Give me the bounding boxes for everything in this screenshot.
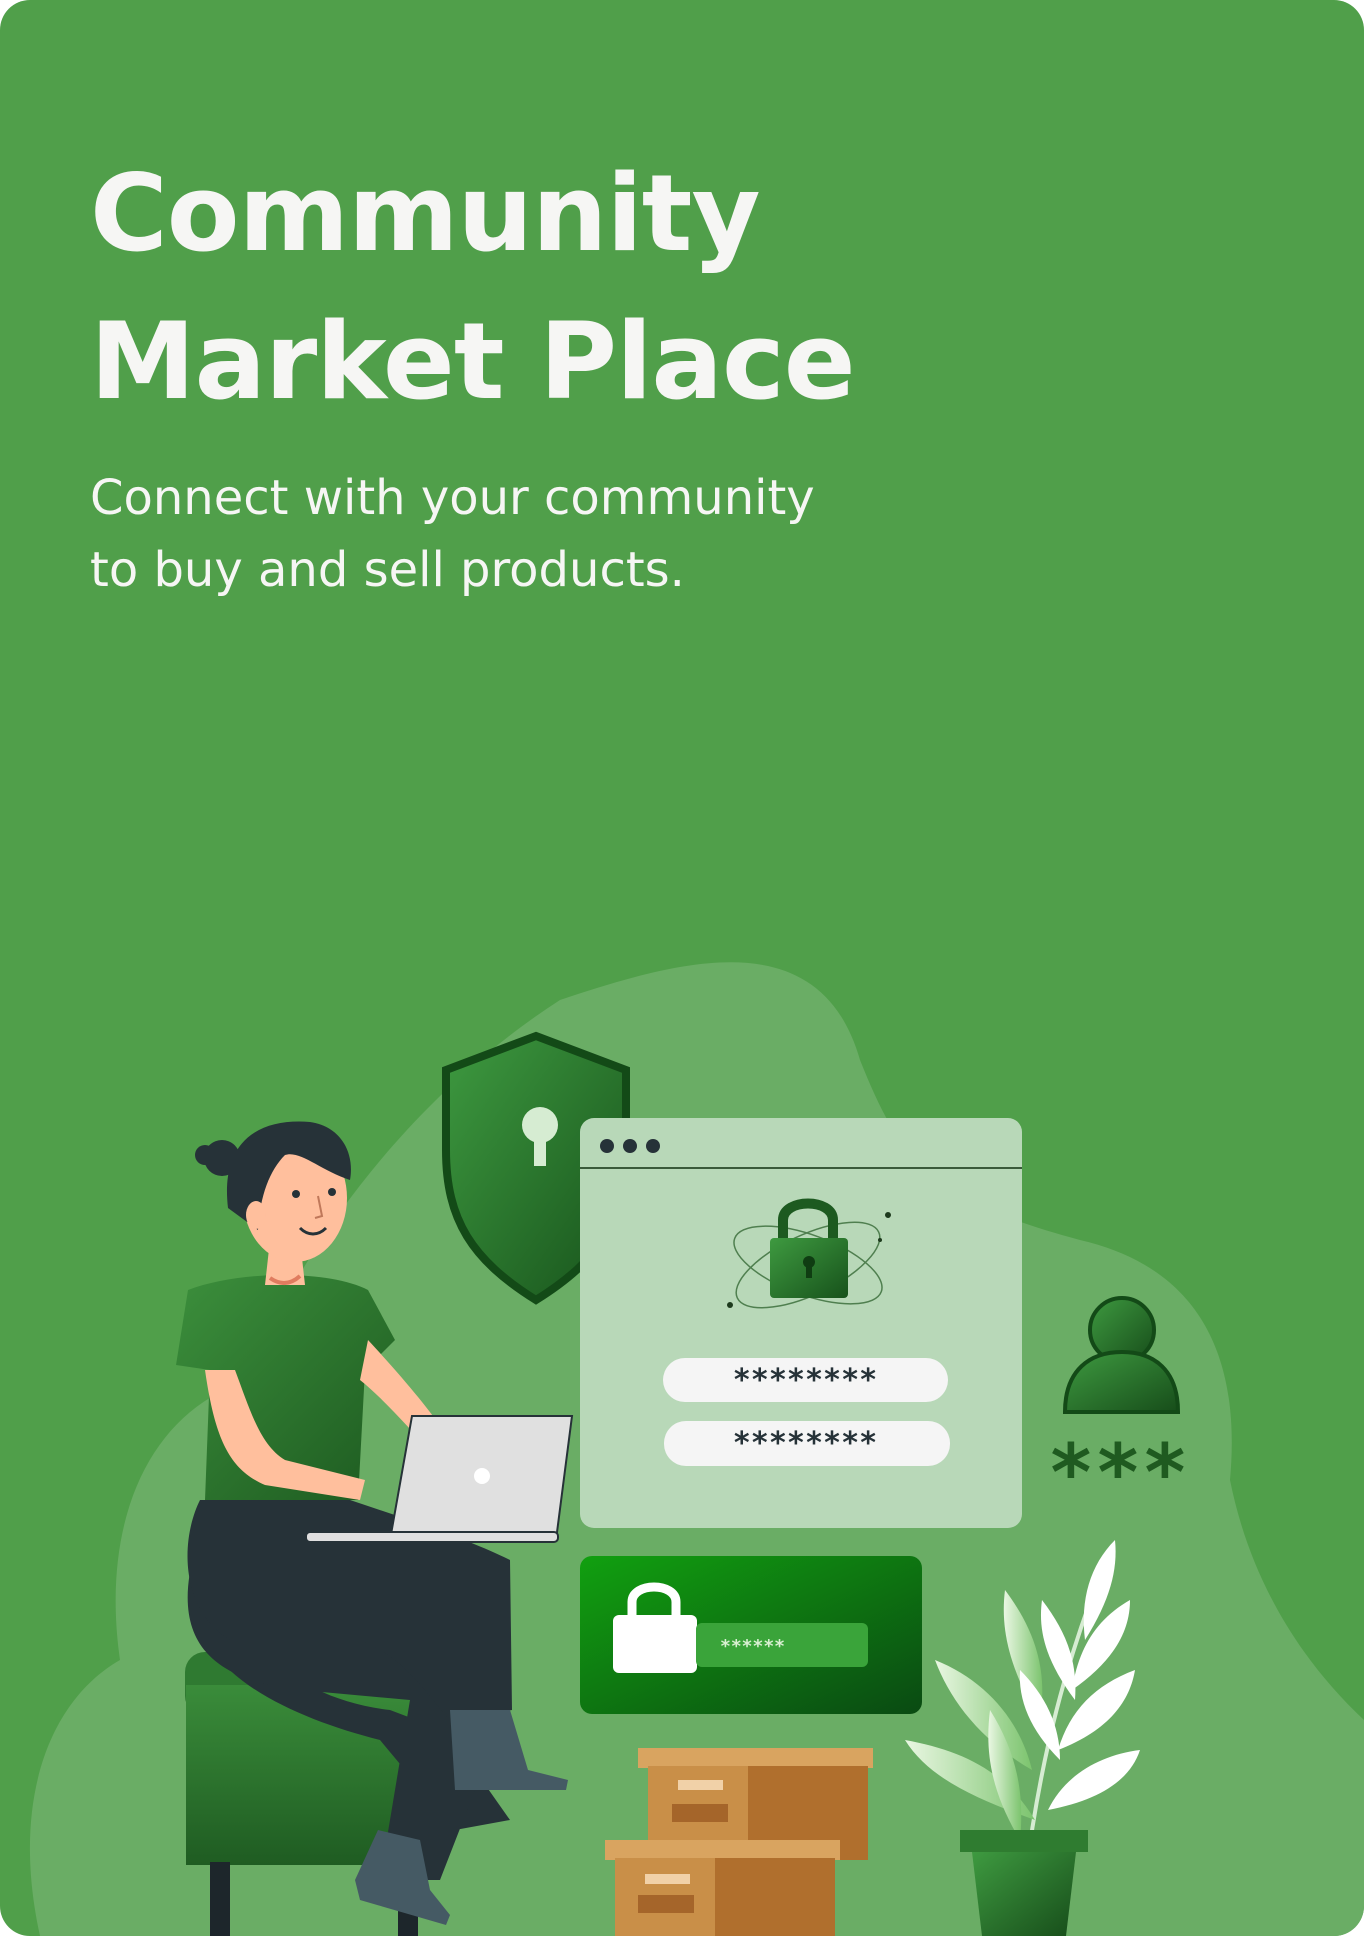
password-text-2: ******** — [733, 1426, 878, 1461]
onboarding-card: Community Market Place Connect with your… — [0, 0, 1364, 1936]
title-line-1: Community — [90, 152, 761, 275]
subtitle-line-2: to buy and sell products. — [90, 542, 685, 598]
title-line-2: Market Place — [90, 300, 856, 423]
login-window: ******** ******** — [580, 1118, 1022, 1528]
user-pin-text: *** — [1048, 1429, 1189, 1519]
subtitle-line-1: Connect with your community — [90, 470, 815, 526]
illustration-svg: ******** ******** *** ****** — [29, 962, 1364, 1936]
page-subtitle: Connect with your community to buy and s… — [90, 462, 1190, 606]
security-illustration: ******** ******** *** ****** — [0, 940, 1364, 1936]
page-title: Community Market Place — [90, 140, 1190, 436]
lock-card: ****** — [580, 1556, 922, 1714]
lock-card-text: ****** — [720, 1636, 785, 1657]
password-text-1: ******** — [733, 1363, 878, 1398]
hero-text: Community Market Place Connect with your… — [90, 140, 1190, 606]
